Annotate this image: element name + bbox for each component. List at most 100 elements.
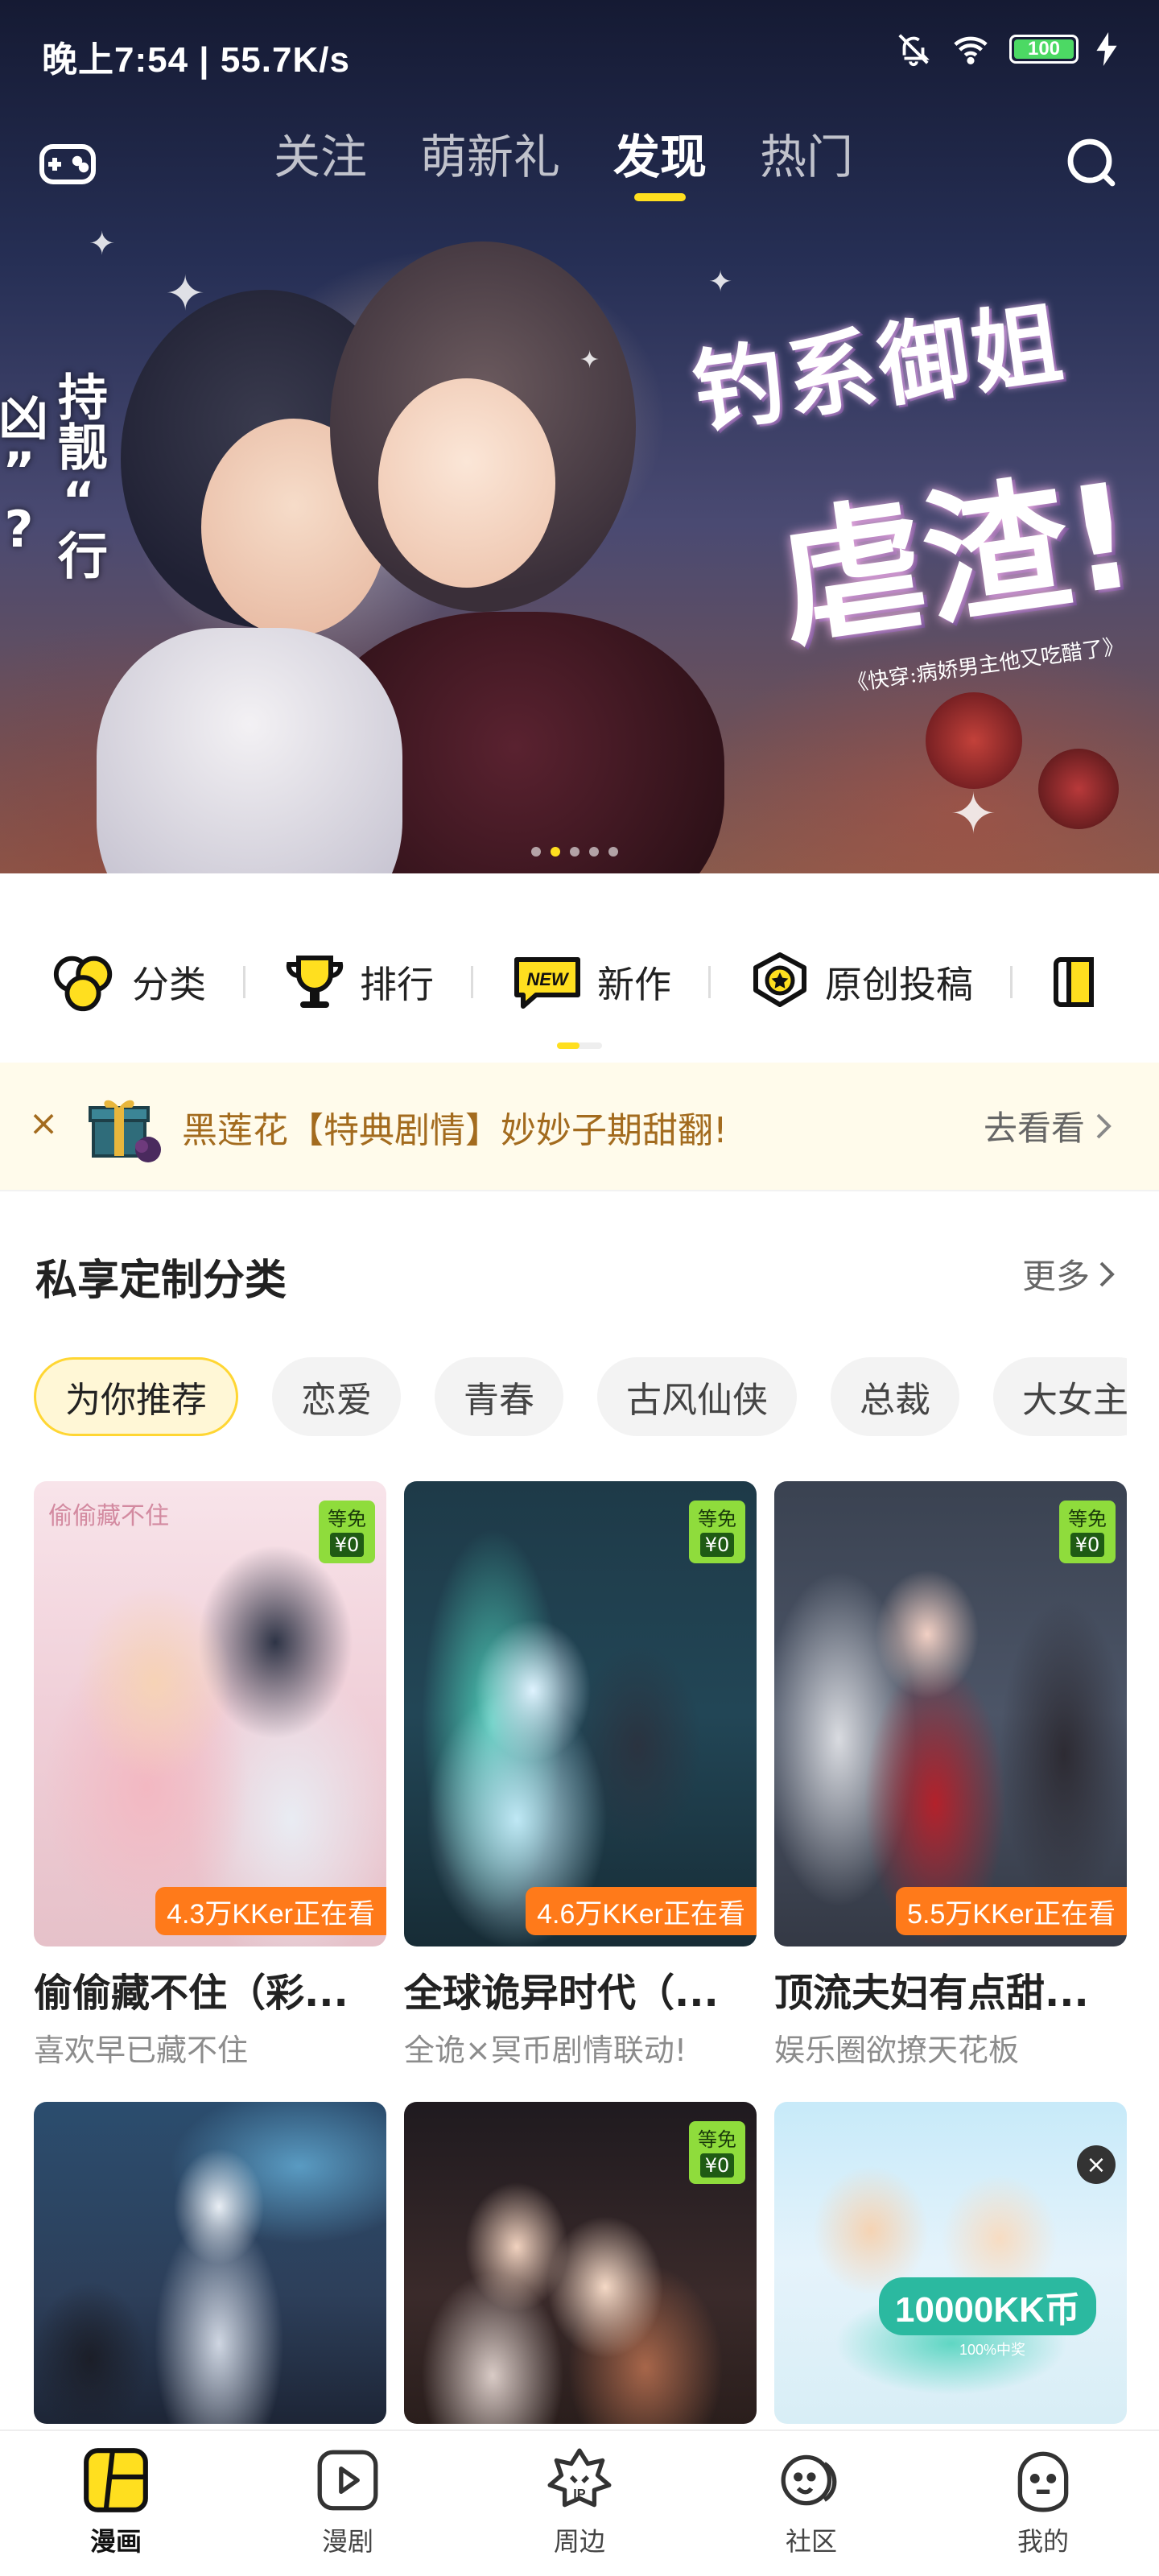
comic-card[interactable]: 等免 ¥0 5.5万KKer正在看 顶流夫妇有点甜... 娱乐圈欲撩天花板	[774, 1481, 1127, 2070]
chip-youth[interactable]: 青春	[435, 1357, 563, 1436]
comic-cover[interactable]: 等免 ¥0	[404, 2102, 757, 2424]
nav-profile[interactable]: 我的	[927, 2431, 1159, 2576]
hero-banner[interactable]: ✦ ✦ ✦ ✦ ✦ 持靓“行凶”? 钓系御姐 虐渣! 《快穿:病娇男主他又吃醋了…	[0, 0, 1159, 873]
category-more-partial[interactable]	[1050, 950, 1098, 1014]
new-badge-icon: NEW	[514, 957, 580, 1009]
section-header: 私享定制分类 更多	[0, 1224, 1159, 1320]
tab-newbie-gift[interactable]: 萌新礼	[420, 121, 560, 193]
battery-icon: 100	[1009, 35, 1079, 64]
nav-label: 社区	[785, 2526, 837, 2557]
nav-comic[interactable]: 漫画	[0, 2431, 232, 2576]
category-label: 原创投稿	[825, 963, 973, 1006]
comic-cover[interactable]: 偷偷藏不住 等免 ¥0 4.3万KKer正在看	[34, 1481, 386, 1946]
top-nav: 关注 萌新礼 发现 热门	[0, 121, 1159, 209]
book-icon	[1054, 957, 1094, 1007]
chevron-right-icon	[1096, 1113, 1112, 1138]
ad-cover[interactable]: × 10000KK币 100%中奖	[774, 2102, 1127, 2424]
carousel-dot	[570, 847, 580, 857]
category-new[interactable]: NEW 新作	[510, 950, 671, 1014]
nav-label: 我的	[1017, 2526, 1069, 2557]
comic-title[interactable]: 偷偷藏不住（彩...	[34, 1961, 386, 2017]
free-label: 等免	[698, 2128, 736, 2151]
comic-subtitle: 喜欢早已藏不住	[34, 2033, 249, 2068]
chip-romance[interactable]: 恋爱	[272, 1357, 401, 1436]
comic-title[interactable]: 全球诡异时代（...	[404, 1961, 757, 2017]
divider	[708, 966, 711, 998]
battery-level: 100	[1027, 38, 1061, 60]
top-tabs: 关注 萌新礼 发现 热门	[274, 121, 853, 201]
profile-icon	[1017, 2451, 1069, 2512]
tab-hot[interactable]: 热门	[760, 121, 853, 193]
comic-card[interactable]: 等免 ¥0 4.6万KKer正在看 全球诡异时代（... 全诡×冥币剧情联动!	[404, 1481, 757, 2070]
close-icon[interactable]: ×	[1077, 2145, 1116, 2184]
divider	[471, 966, 473, 998]
watching-badge: 4.3万KKer正在看	[155, 1887, 386, 1935]
cover-title-text: 偷偷藏不住	[48, 1502, 169, 1530]
community-icon	[781, 2454, 837, 2506]
gift-box-icon	[89, 1100, 161, 1162]
comic-title[interactable]: 顶流夫妇有点甜...	[774, 1961, 1127, 2017]
sparkle-icon: ✦	[89, 225, 116, 262]
category-label: 排行	[360, 963, 434, 1006]
comic-card[interactable]	[34, 2102, 386, 2424]
scroll-indicator	[557, 1042, 602, 1049]
comic-cover[interactable]: 等免 ¥0 5.5万KKer正在看	[774, 1481, 1127, 1946]
status-bar: 晚上7:54 | 55.7K/s 100	[0, 0, 1159, 105]
gamepad-icon	[39, 144, 96, 184]
tab-discover[interactable]: 发现	[613, 121, 707, 201]
carousel-dot-active	[551, 847, 560, 857]
comic-cover[interactable]	[34, 2102, 386, 2424]
section-title: 私享定制分类	[35, 1257, 287, 1305]
divider	[243, 966, 245, 998]
ad-card[interactable]: × 10000KK币 100%中奖	[774, 2102, 1127, 2424]
chip-recommended[interactable]: 为你推荐	[34, 1357, 238, 1436]
chip-ceo[interactable]: 总裁	[831, 1357, 959, 1436]
carousel-dots	[531, 847, 618, 857]
sparkle-icon: ✦	[165, 266, 206, 322]
status-icons: 100	[895, 31, 1117, 68]
more-label: 更多	[1021, 1257, 1090, 1296]
category-original[interactable]: 原创投稿	[748, 950, 973, 1014]
nav-community[interactable]: 社区	[695, 2431, 927, 2576]
close-icon[interactable]: ×	[27, 1103, 60, 1144]
category-classify[interactable]: 分类	[50, 950, 206, 1014]
more-button[interactable]: 更多	[1022, 1249, 1117, 1298]
notice-go-button[interactable]: 去看看	[984, 1101, 1114, 1150]
watching-badge: 5.5万KKer正在看	[896, 1887, 1127, 1935]
ad-subtext: 100%中奖	[959, 2342, 1026, 2358]
ad-coin-text: 10000KK币	[879, 2277, 1096, 2335]
sparkle-icon: ✦	[580, 346, 600, 374]
chip-ancient-fantasy[interactable]: 古风仙侠	[597, 1357, 797, 1436]
notice-bar[interactable]: × 黑莲花【特典剧情】妙妙子期甜翻! 去看看	[0, 1063, 1159, 1191]
nav-drama[interactable]: 漫剧	[232, 2431, 464, 2576]
genre-chips: 为你推荐 恋爱 青春 古风仙侠 总裁 大女主	[34, 1357, 1127, 1438]
status-time: 晚上7:54 | 55.7K/s	[42, 40, 350, 80]
nav-merch[interactable]: IP 周边	[464, 2431, 695, 2576]
svg-text:IP: IP	[573, 2487, 586, 2502]
sparkle-icon: ✦	[950, 781, 997, 847]
charging-icon	[1096, 32, 1117, 66]
tab-follow[interactable]: 关注	[274, 121, 367, 193]
nav-label: 漫剧	[321, 2526, 373, 2557]
ip-icon: IP	[547, 2448, 612, 2508]
free-badge: 等免 ¥0	[1059, 1501, 1116, 1563]
comic-subtitle: 娱乐圈欲撩天花板	[774, 2033, 1020, 2068]
comic-card[interactable]: 偷偷藏不住 等免 ¥0 4.3万KKer正在看 偷偷藏不住（彩... 喜欢早已藏…	[34, 1481, 386, 2070]
banner-headline: 钓系御姐	[687, 291, 1072, 447]
free-price: ¥0	[699, 2153, 735, 2178]
gamepad-button[interactable]	[35, 130, 100, 195]
category-ranking[interactable]: 排行	[283, 950, 434, 1014]
chevron-right-icon	[1099, 1261, 1115, 1286]
comic-cover[interactable]: 等免 ¥0 4.6万KKer正在看	[404, 1481, 757, 1946]
category-label: 分类	[132, 963, 206, 1006]
chip-heroine[interactable]: 大女主	[993, 1357, 1127, 1436]
free-badge: 等免 ¥0	[689, 1501, 745, 1563]
bottom-nav: 漫画 漫剧 IP 周边 社区 我的	[0, 2429, 1159, 2576]
carousel-dot	[608, 847, 618, 857]
nav-label: 周边	[553, 2526, 605, 2557]
search-button[interactable]	[1059, 130, 1124, 195]
circles-icon	[53, 956, 113, 1012]
notice-text: 黑莲花【特典剧情】妙妙子期甜翻!	[182, 1110, 728, 1151]
quick-categories: 分类 排行 NEW 新作 原创投稿	[0, 873, 1159, 1063]
comic-card[interactable]: 等免 ¥0	[404, 2102, 757, 2424]
